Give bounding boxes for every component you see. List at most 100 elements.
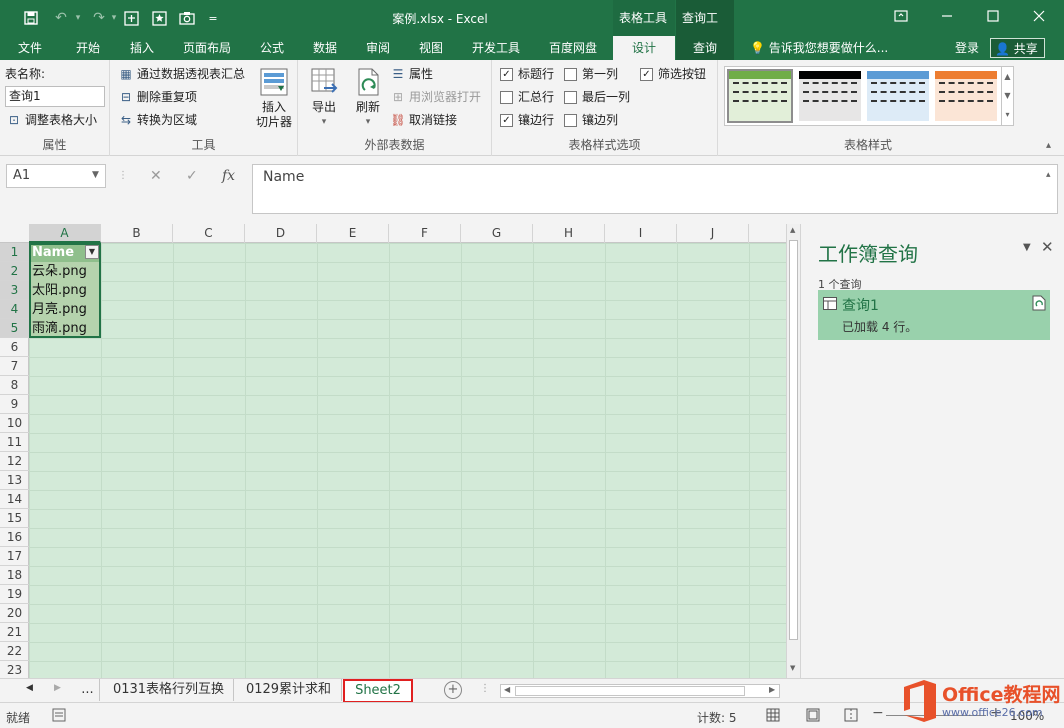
table-cell[interactable]: 云朵.png <box>29 262 101 281</box>
row-header[interactable]: 16 <box>0 528 29 547</box>
tab-data[interactable]: 数据 <box>303 36 347 60</box>
enter-icon[interactable]: ✓ <box>186 166 198 186</box>
vertical-scrollbar[interactable]: ▲ ▼ <box>786 224 800 678</box>
row-header[interactable]: 20 <box>0 604 29 623</box>
tab-review[interactable]: 审阅 <box>356 36 400 60</box>
column-header-c[interactable]: C <box>173 224 245 243</box>
camera-icon[interactable] <box>176 7 198 29</box>
row-header[interactable]: 18 <box>0 566 29 585</box>
tab-insert[interactable]: 插入 <box>120 36 164 60</box>
ribbon-display-icon[interactable] <box>878 0 924 32</box>
column-header-g[interactable]: G <box>461 224 533 243</box>
sheet-tab-0129[interactable]: 0129累计求和 <box>236 679 342 701</box>
table-cell[interactable]: 太阳.png <box>29 281 101 300</box>
row-header[interactable]: 4 <box>0 300 29 319</box>
table-name-input[interactable]: 查询1 <box>5 86 105 107</box>
row-header[interactable]: 21 <box>0 623 29 642</box>
row-header[interactable]: 8 <box>0 376 29 395</box>
horizontal-scrollbar[interactable]: ◀ ▶ <box>500 684 780 698</box>
column-header-d[interactable]: D <box>245 224 317 243</box>
scroll-left-icon[interactable]: ◀ <box>504 685 510 694</box>
query-refresh-icon[interactable] <box>1032 295 1046 314</box>
undo-dropdown-icon[interactable]: ▾ <box>72 7 84 29</box>
pane-close-icon[interactable]: ✕ <box>1041 238 1054 256</box>
cell-area[interactable]: Name ▼ 云朵.png 太阳.png 月亮.png 雨滴.png <box>29 243 786 678</box>
row-header[interactable]: 14 <box>0 490 29 509</box>
column-header-b[interactable]: B <box>101 224 173 243</box>
table-cell[interactable]: 雨滴.png <box>29 319 101 338</box>
macro-record-icon[interactable] <box>52 708 66 725</box>
table-cell[interactable]: 月亮.png <box>29 300 101 319</box>
refresh-button[interactable]: 刷新 ▾ <box>348 66 388 130</box>
column-header-i[interactable]: I <box>605 224 677 243</box>
table-header-cell[interactable]: Name ▼ <box>29 243 101 262</box>
style-black-swatch[interactable] <box>799 71 861 121</box>
open-in-browser-button[interactable]: ⊞ 用浏览器打开 <box>390 87 481 107</box>
tab-query[interactable]: 查询 <box>676 36 734 60</box>
row-header[interactable]: 10 <box>0 414 29 433</box>
redo-icon[interactable]: ↷ <box>88 7 110 29</box>
share-button[interactable]: 👤 共享 <box>990 38 1045 58</box>
zoom-out-icon[interactable]: − <box>872 705 884 721</box>
login-link[interactable]: 登录 <box>955 36 979 60</box>
banded-rows-checkbox[interactable]: ✓ 镶边行 <box>500 110 554 130</box>
insert-slicer-button[interactable]: 插入 切片器 <box>252 66 296 130</box>
cancel-icon[interactable]: ✕ <box>150 166 162 186</box>
row-header[interactable]: 17 <box>0 547 29 566</box>
row-header[interactable]: 12 <box>0 452 29 471</box>
column-header-a[interactable]: A <box>29 224 101 243</box>
add-sheet-icon[interactable]: + <box>444 681 462 699</box>
pivot-summarize-button[interactable]: ▦ 通过数据透视表汇总 <box>118 64 245 84</box>
first-column-checkbox[interactable]: 第一列 <box>564 64 618 84</box>
tab-baidu-netdisk[interactable]: 百度网盘 <box>540 36 606 60</box>
scroll-up-icon[interactable]: ▲ <box>790 226 795 234</box>
row-header[interactable]: 22 <box>0 642 29 661</box>
vertical-scroll-thumb[interactable] <box>789 240 798 640</box>
maximize-icon[interactable] <box>970 0 1016 32</box>
normal-view-icon[interactable] <box>766 708 780 725</box>
style-green-swatch[interactable] <box>727 69 793 123</box>
next-sheet-icon[interactable]: ▶ <box>54 683 61 693</box>
expand-formula-bar-icon[interactable]: ▴ <box>1046 170 1051 180</box>
row-header[interactable]: 9 <box>0 395 29 414</box>
column-header-e[interactable]: E <box>317 224 389 243</box>
row-header[interactable]: 19 <box>0 585 29 604</box>
column-header-f[interactable]: F <box>389 224 461 243</box>
formula-input[interactable]: Name <box>252 164 1058 214</box>
close-icon[interactable] <box>1016 0 1062 32</box>
sheet-more-ellipsis[interactable]: ... <box>76 679 100 701</box>
filter-button-checkbox[interactable]: ✓ 筛选按钮 <box>640 64 706 84</box>
column-header-j[interactable]: J <box>677 224 749 243</box>
filter-dropdown-icon[interactable]: ▼ <box>85 245 99 259</box>
redo-dropdown-icon[interactable]: ▾ <box>108 7 120 29</box>
tab-file[interactable]: 文件 <box>8 36 52 60</box>
tab-developer[interactable]: 开发工具 <box>466 36 526 60</box>
column-header-h[interactable]: H <box>533 224 605 243</box>
name-box-dropdown-icon[interactable]: ▼ <box>92 164 104 188</box>
page-break-view-icon[interactable] <box>844 708 858 725</box>
style-orange-swatch[interactable] <box>935 71 997 121</box>
tab-home[interactable]: 开始 <box>66 36 110 60</box>
convert-to-range-button[interactable]: ⇆ 转换为区域 <box>118 110 197 130</box>
row-header[interactable]: 15 <box>0 509 29 528</box>
row-header[interactable]: 13 <box>0 471 29 490</box>
banded-columns-checkbox[interactable]: 镶边列 <box>564 110 618 130</box>
tab-page-layout[interactable]: 页面布局 <box>176 36 238 60</box>
last-column-checkbox[interactable]: 最后一列 <box>564 87 630 107</box>
minimize-icon[interactable] <box>924 0 970 32</box>
header-row-checkbox[interactable]: ✓ 标题行 <box>500 64 554 84</box>
tab-design[interactable]: 设计 <box>613 36 675 60</box>
style-blue-swatch[interactable] <box>867 71 929 121</box>
undo-icon[interactable]: ↶ <box>50 7 72 29</box>
row-header[interactable]: 11 <box>0 433 29 452</box>
name-box[interactable]: A1 <box>6 164 106 188</box>
scroll-down-icon[interactable]: ▼ <box>790 664 795 672</box>
remove-duplicates-button[interactable]: ⊟ 删除重复项 <box>118 87 197 107</box>
prev-sheet-icon[interactable]: ◀ <box>26 683 33 693</box>
page-layout-view-icon[interactable] <box>806 708 820 725</box>
form-icon[interactable] <box>120 7 142 29</box>
sheet-tab-sheet2[interactable]: Sheet2 <box>343 679 413 703</box>
row-header[interactable]: 3 <box>0 281 29 300</box>
row-header[interactable]: 7 <box>0 357 29 376</box>
properties-button[interactable]: ☰ 属性 <box>390 64 433 84</box>
